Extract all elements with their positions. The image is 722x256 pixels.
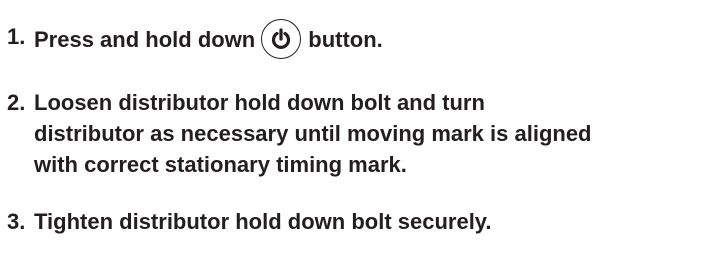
step-text-line: Loosen distributor hold down bolt and tu… <box>34 90 485 115</box>
step-number: 3. <box>7 209 26 234</box>
step-2: 2. Loosen distributor hold down bolt and… <box>7 87 592 180</box>
step-text-line: Tighten distributor hold down bolt secur… <box>34 209 492 234</box>
step-text-line: distributor as necessary until moving ma… <box>34 121 592 146</box>
step-1: 1. Press and hold down button. <box>7 19 383 61</box>
step-text: Tighten distributor hold down bolt secur… <box>34 206 492 237</box>
step-text: Press and hold down button. <box>34 19 383 61</box>
step-number: 1. <box>7 24 26 49</box>
step-text: Loosen distributor hold down bolt and tu… <box>34 87 592 180</box>
step-text-before: Press and hold down <box>34 26 256 52</box>
step-text-after: button. <box>308 26 383 52</box>
step-3: 3. Tighten distributor hold down bolt se… <box>7 206 492 237</box>
step-text-line: with correct stationary timing mark. <box>34 152 407 177</box>
step-number: 2. <box>7 90 26 115</box>
power-icon <box>261 19 302 59</box>
